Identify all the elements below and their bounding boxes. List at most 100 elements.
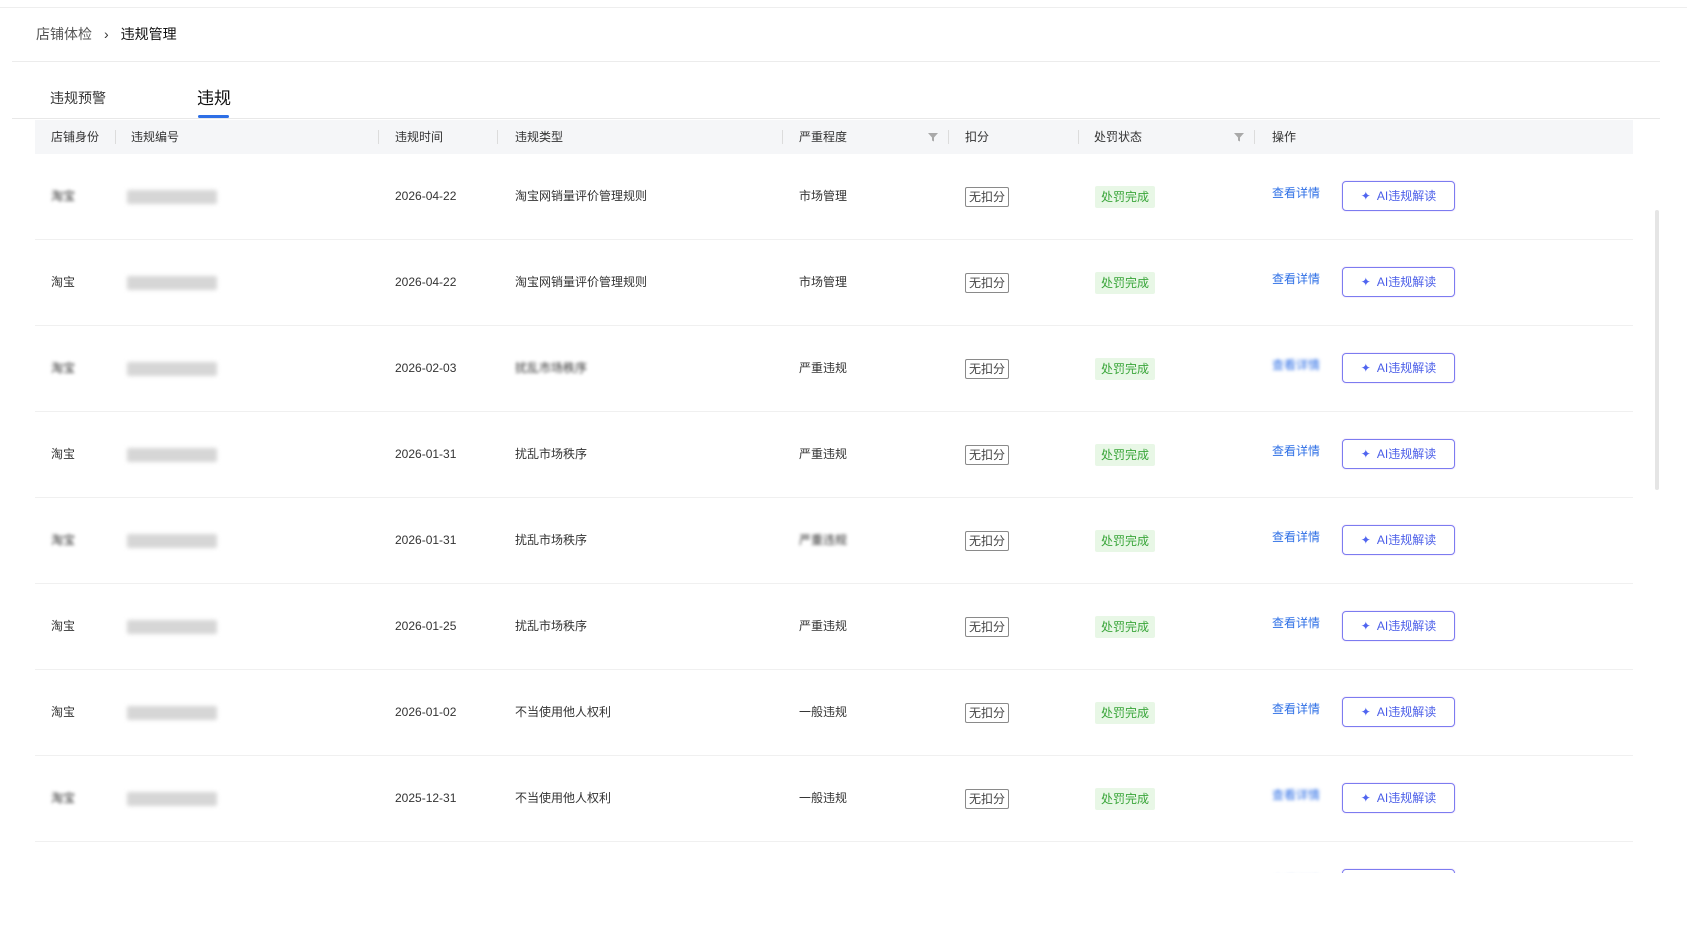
deduct-cell: 无扣分 [965,412,1010,497]
view-detail-link[interactable]: 查看详情 [1272,495,1320,580]
status-badge: 处罚完成 [1095,701,1156,724]
status-filter-icon[interactable] [1234,132,1244,142]
tab-violation[interactable]: 违规 [197,84,231,109]
severity-level: 严重违规 [799,447,848,461]
breadcrumb-separator-icon: › [104,26,109,42]
violation-number [127,756,217,841]
deduct-badge: 无扣分 [965,444,1010,465]
severity-level: 市场管理 [799,189,848,203]
violation-time: 2026-04-22 [395,189,457,203]
table-row: 淘宝 2026-04-22 淘宝网销量评价管理规则 市场管理 无扣分 处罚完成 … [35,154,1633,240]
sparkle-icon: ✦ [1360,619,1371,633]
view-detail-link[interactable]: 查看详情 [1272,151,1320,236]
ai-interpret-label: AI违规解读 [1376,705,1437,719]
view-detail-link[interactable]: 查看详情 [1272,237,1320,322]
violation-type: 不当使用他人权利 [515,705,612,719]
violation-time: 2026-01-31 [395,447,457,461]
ai-interpret-label: AI违规解读 [1376,533,1437,547]
table-row: 淘宝 2026-01-31 扰乱市场秩序 严重违规 无扣分 处罚完成 查看详情 … [35,498,1633,584]
ai-interpret-label: AI违规解读 [1376,361,1437,375]
ai-interpret-button[interactable]: ✦ AI违规解读 [1342,525,1455,555]
violation-time: 2026-02-03 [395,361,457,375]
column-header-number: 违规编号 [131,130,180,144]
ai-interpret-button[interactable]: ✦ AI违规解读 [1342,181,1455,211]
view-detail-link[interactable]: 查看详情 [1272,581,1320,666]
column-header-identity: 店铺身份 [51,130,100,144]
ai-interpret-button[interactable]: ✦ AI违规解读 [1342,353,1455,383]
status-badge: 处罚完成 [1095,271,1156,294]
violation-time: 2026-01-02 [395,705,457,719]
status-cell: 处罚完成 [1095,498,1156,583]
column-divider [115,130,116,144]
view-detail-link[interactable]: 查看详情 [1272,667,1320,752]
breadcrumb-parent[interactable]: 店铺体检 [36,24,92,44]
column-header-time: 违规时间 [395,130,444,144]
column-header-deduct: 扣分 [965,130,990,144]
table-header: 店铺身份 违规编号 违规时间 违规类型 严重程度 扣分 处罚状态 操作 [35,120,1633,154]
shop-identity: 淘宝 [51,619,76,633]
status-badge: 处罚完成 [1095,357,1156,380]
severity-filter-icon[interactable] [928,132,938,142]
violation-type: 淘宝网销量评价管理规则 [515,189,648,203]
status-badge: 处罚完成 [1095,615,1156,638]
deduct-cell: 无扣分 [965,670,1010,755]
deduct-cell: 无扣分 [965,326,1010,411]
ai-interpret-label: AI违规解读 [1376,619,1437,633]
table-row: 淘宝 2026-01-31 扰乱市场秩序 严重违规 无扣分 处罚完成 查看详情 … [35,412,1633,498]
breadcrumb-current: 违规管理 [120,26,177,42]
column-divider [497,130,498,144]
sparkle-icon: ✦ [1360,189,1371,203]
deduct-cell: 无扣分 [965,756,1010,841]
column-divider [1078,130,1079,144]
active-tab-indicator [198,115,229,118]
violation-time: 2025-12-31 [395,791,457,805]
status-cell: 处罚完成 [1095,154,1156,239]
status-cell: 处罚完成 [1095,240,1156,325]
vertical-scrollbar[interactable] [1655,210,1659,490]
status-badge: 处罚完成 [1095,529,1156,552]
status-cell: 处罚完成 [1095,670,1156,755]
violation-number [127,498,217,583]
ai-interpret-button[interactable]: ✦ AI违规解读 [1342,783,1455,813]
sparkle-icon: ✦ [1360,275,1371,289]
shop-identity: 淘宝 [51,189,76,203]
violation-type: 扰乱市场秩序 [515,361,588,375]
severity-level: 一般违规 [799,705,848,719]
ai-interpret-button[interactable]: ✦ AI违规解读 [1342,611,1455,641]
deduct-badge: 无扣分 [965,616,1010,637]
severity-level: 严重违规 [799,619,848,633]
deduct-badge: 无扣分 [965,358,1010,379]
violation-number [127,154,217,239]
violation-number [127,240,217,325]
deduct-badge: 无扣分 [965,702,1010,723]
violation-time: 2026-01-25 [395,619,457,633]
status-badge: 处罚完成 [1095,443,1156,466]
shop-identity: 淘宝 [51,533,76,547]
table-row: 淘宝 2025-12-31 不当使用他人权利 一般违规 无扣分 处罚完成 查看详… [35,756,1633,842]
violation-number [127,670,217,755]
severity-level: 严重违规 [799,533,848,547]
status-cell: 处罚完成 [1095,326,1156,411]
violation-number [127,326,217,411]
tab-violation-warning[interactable]: 违规预警 [50,88,106,108]
status-badge: 处罚完成 [1095,185,1156,208]
view-detail-link[interactable]: 查看详情 [1272,753,1320,838]
ai-interpret-button[interactable]: ✦ AI违规解读 [1342,267,1455,297]
table-row: 淘宝 2026-02-03 扰乱市场秩序 严重违规 无扣分 处罚完成 查看详情 … [35,326,1633,412]
deduct-badge: 无扣分 [965,788,1010,809]
column-header-actions: 操作 [1272,130,1297,144]
column-header-severity: 严重程度 [799,130,848,144]
shop-identity: 淘宝 [51,447,76,461]
sparkle-icon: ✦ [1360,533,1371,547]
view-detail-link[interactable]: 查看详情 [1272,323,1320,408]
violation-time: 2026-04-22 [395,275,457,289]
column-divider [948,130,949,144]
deduct-cell: 无扣分 [965,584,1010,669]
deduct-cell: 无扣分 [965,240,1010,325]
view-detail-link[interactable]: 查看详情 [1272,409,1320,494]
column-header-status: 处罚状态 [1094,130,1143,144]
status-cell: 处罚完成 [1095,412,1156,497]
ai-interpret-button[interactable]: ✦ AI违规解读 [1342,439,1455,469]
violation-table-body: 淘宝 2026-04-22 淘宝网销量评价管理规则 市场管理 无扣分 处罚完成 … [35,154,1633,928]
ai-interpret-button[interactable]: ✦ AI违规解读 [1342,697,1455,727]
